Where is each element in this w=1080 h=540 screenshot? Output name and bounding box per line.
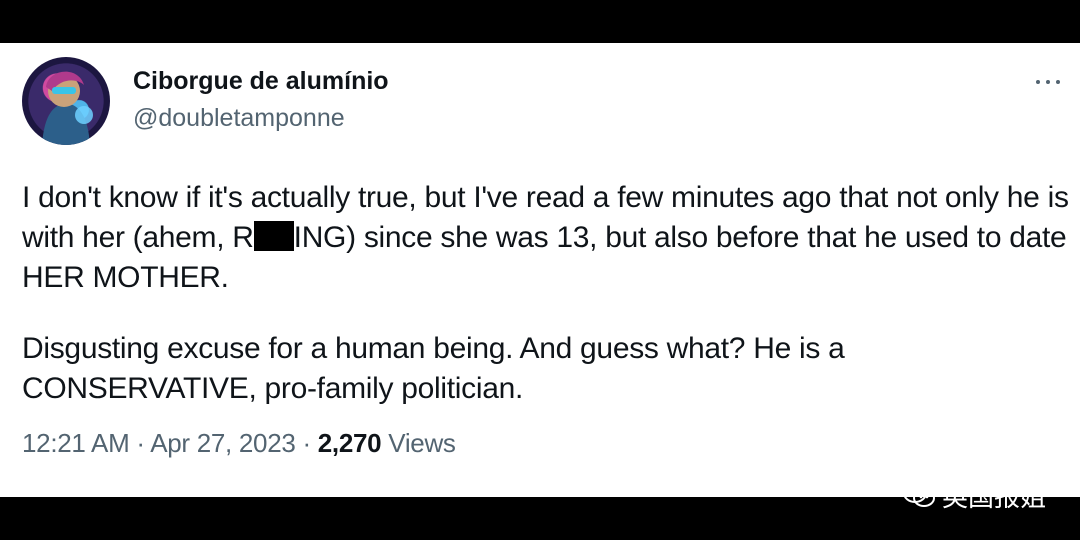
views-count: 2,270 [317,428,382,458]
tweet-meta: 12:21 AM · Apr 27, 2023 · 2,270 Views [22,428,456,459]
avatar-image [42,71,93,145]
meta-separator: · [129,428,151,458]
tweet-paragraph-1: I don't know if it's actually true, but … [22,178,1072,298]
tweet-text: I don't know if it's actually true, but … [22,178,1072,409]
tweet-card: Ciborgue de alumínio @doubletamponne I d… [0,43,1080,497]
more-dots-icon[interactable] [1030,71,1070,91]
tweet-date[interactable]: Apr 27, 2023 [150,428,296,458]
wechat-icon [903,483,935,507]
author-handle[interactable]: @doubletamponne [133,104,345,133]
watermark-text: 英国报姐 [942,481,1047,512]
avatar[interactable] [22,57,110,145]
views-label: Views [381,428,456,458]
tweet-paragraph-2: Disgusting excuse for a human being. And… [22,332,845,405]
redaction-block [253,221,294,251]
meta-separator: · [295,428,318,458]
author-display-name[interactable]: Ciborgue de alumínio [133,67,389,96]
tweet-time[interactable]: 12:21 AM [22,428,130,458]
watermark: 英国报姐 [902,478,1046,512]
